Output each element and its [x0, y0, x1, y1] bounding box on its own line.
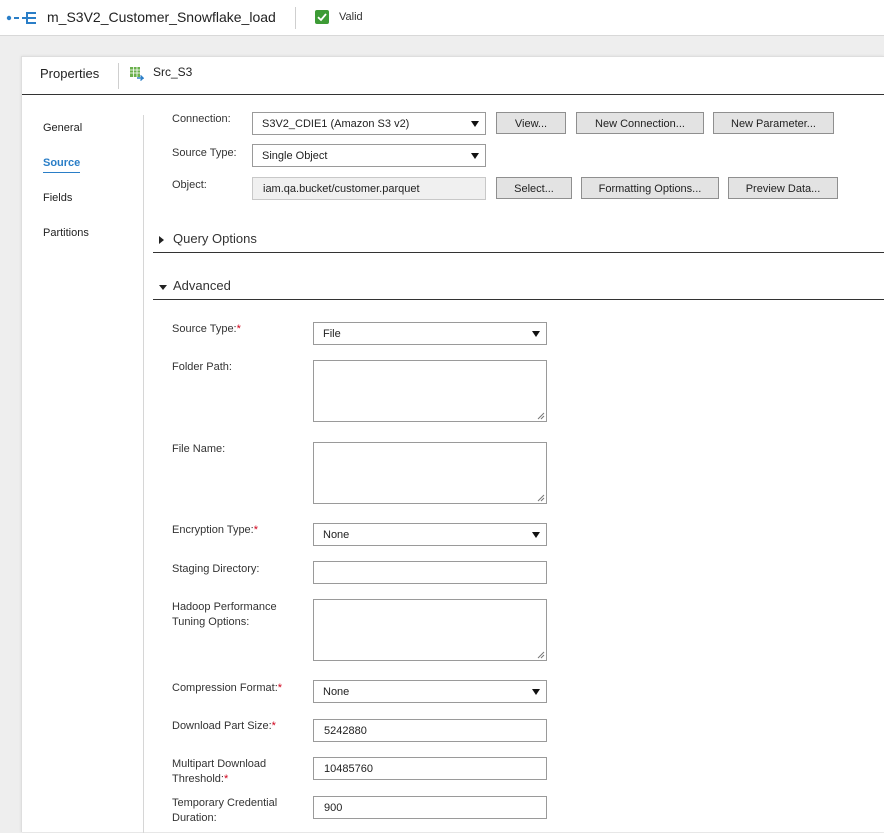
connection-label: Connection: [172, 113, 231, 125]
chevron-down-icon [159, 285, 167, 290]
source-type-label: Source Type: [172, 147, 237, 159]
mapping-icon [6, 12, 36, 24]
transformation-name: Src_S3 [153, 65, 193, 79]
object-label: Object: [172, 179, 207, 191]
advanced-section[interactable]: Advanced [153, 274, 884, 300]
compression-format-select[interactable]: None [313, 680, 547, 703]
connection-select[interactable]: S3V2_CDIE1 (Amazon S3 v2) [252, 112, 486, 135]
properties-panel: Properties Src_S3 General Source Fields … [21, 56, 884, 833]
nav-item-source[interactable]: Source [43, 157, 81, 173]
caret-down-icon [532, 532, 540, 538]
encryption-type-select[interactable]: None [313, 523, 547, 546]
chevron-right-icon [159, 236, 164, 244]
encryption-type-value: None [323, 529, 350, 541]
download-part-size-label: Download Part Size:* [172, 720, 276, 732]
formatting-options-button[interactable]: Formatting Options... [581, 177, 719, 199]
staging-directory-label: Staging Directory: [172, 563, 260, 575]
caret-down-icon [471, 153, 479, 159]
download-part-size-input[interactable]: 5242880 [313, 719, 547, 742]
select-object-button[interactable]: Select... [496, 177, 572, 199]
folder-path-label: Folder Path: [172, 361, 232, 373]
nav-item-general[interactable]: General [43, 122, 82, 134]
nav-item-partitions[interactable]: Partitions [43, 227, 89, 239]
resize-grip-icon[interactable] [536, 493, 545, 502]
source-type-select[interactable]: Single Object [252, 144, 486, 167]
topbar-divider [295, 7, 296, 29]
caret-down-icon [532, 689, 540, 695]
mapping-title: m_S3V2_Customer_Snowflake_load [47, 9, 276, 25]
left-nav: General Source Fields Partitions [22, 96, 144, 833]
nav-divider [143, 115, 144, 833]
file-name-label: File Name: [172, 443, 226, 455]
resize-grip-icon[interactable] [536, 650, 545, 659]
panel-header: Properties Src_S3 [22, 57, 884, 95]
multipart-threshold-label: Multipart Download Threshold:* [172, 758, 267, 785]
connection-value: S3V2_CDIE1 (Amazon S3 v2) [262, 118, 410, 130]
caret-down-icon [532, 331, 540, 337]
encryption-type-label: Encryption Type:* [172, 524, 259, 536]
header-divider [118, 63, 119, 89]
adv-source-type-label: Source Type:* [172, 323, 241, 335]
source-transformation-icon [130, 67, 144, 81]
compression-format-value: None [323, 686, 350, 698]
validation-status: Valid [339, 11, 363, 23]
new-connection-button[interactable]: New Connection... [576, 112, 704, 134]
hadoop-tuning-input[interactable] [313, 599, 547, 661]
adv-source-type-value: File [323, 328, 341, 340]
valid-check-icon [315, 10, 329, 24]
folder-path-input[interactable] [313, 360, 547, 422]
temp-credential-duration-input[interactable]: 900 [313, 796, 547, 819]
preview-data-button[interactable]: Preview Data... [728, 177, 838, 199]
temp-credential-duration-label: Temporary Credential Duration: [172, 797, 278, 824]
query-options-section[interactable]: Query Options [153, 227, 884, 253]
compression-format-label: Compression Format:* [172, 682, 283, 694]
staging-directory-input[interactable] [313, 561, 547, 584]
file-name-input[interactable] [313, 442, 547, 504]
properties-label: Properties [40, 66, 100, 81]
hadoop-tuning-label: Hadoop Performance Tuning Options: [172, 601, 277, 628]
top-bar: m_S3V2_Customer_Snowflake_load Valid [0, 0, 884, 36]
source-type-value: Single Object [262, 150, 328, 162]
new-parameter-button[interactable]: New Parameter... [713, 112, 834, 134]
adv-source-type-select[interactable]: File [313, 322, 547, 345]
multipart-threshold-input[interactable]: 10485760 [313, 757, 547, 780]
caret-down-icon [471, 121, 479, 127]
view-connection-button[interactable]: View... [496, 112, 566, 134]
query-options-title: Query Options [173, 231, 257, 246]
advanced-title: Advanced [173, 278, 231, 293]
resize-grip-icon[interactable] [536, 411, 545, 420]
nav-item-fields[interactable]: Fields [43, 192, 72, 204]
object-field: iam.qa.bucket/customer.parquet [252, 177, 486, 200]
